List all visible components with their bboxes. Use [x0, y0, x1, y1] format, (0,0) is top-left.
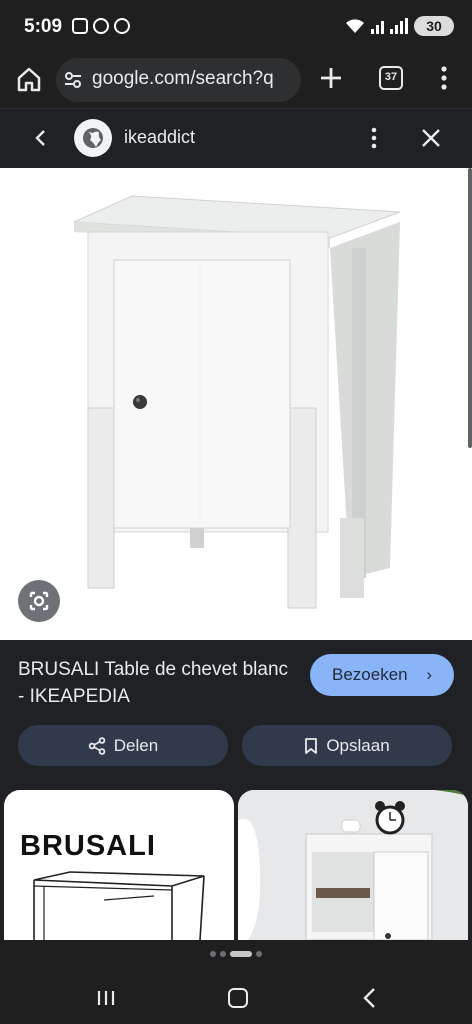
screenshot-notification-icon [72, 18, 88, 34]
status-time: 5:09 [24, 16, 63, 37]
battery-indicator: 30 [414, 16, 454, 36]
plus-icon[interactable] [318, 65, 344, 91]
tab-switcher-icon[interactable]: 37 [379, 66, 403, 90]
system-status-icons: 30 [345, 16, 454, 36]
globe-icon [83, 128, 103, 148]
back-icon[interactable] [362, 987, 378, 1009]
related-image-thumbnail[interactable] [238, 790, 468, 940]
share-label: Delen [113, 735, 159, 755]
carousel-dot [210, 951, 216, 957]
close-icon[interactable] [418, 125, 444, 151]
carousel-indicator [0, 940, 472, 968]
system-navigation-bar [0, 968, 472, 1024]
bookmark-icon [305, 737, 318, 754]
save-label: Opslaan [326, 735, 390, 755]
address-bar[interactable]: google.com/search?q [56, 58, 301, 102]
chevron-left-icon[interactable] [30, 127, 52, 149]
visit-button[interactable]: Bezoeken › [310, 654, 454, 696]
url-text[interactable]: google.com/search?q [92, 68, 274, 90]
carousel-dot-active [230, 951, 252, 957]
messenger-notification-icon [93, 18, 109, 34]
save-button[interactable]: Opslaan [242, 725, 452, 766]
browser-toolbar: google.com/search?q 37 [0, 56, 472, 106]
scrollbar[interactable] [468, 168, 472, 448]
carousel-dot [220, 951, 226, 957]
source-name[interactable]: ikeaddict [124, 127, 195, 148]
more-vert-icon[interactable] [366, 125, 382, 151]
recents-icon[interactable] [96, 990, 116, 1006]
status-bar: 5:09 30 [0, 0, 472, 56]
home-nav-icon[interactable] [228, 988, 248, 1008]
share-button[interactable]: Delen [18, 725, 228, 766]
related-image-thumbnail[interactable]: BRUSALI [4, 790, 234, 940]
share-icon [88, 736, 106, 755]
more-vert-icon[interactable] [436, 65, 452, 91]
google-lens-icon[interactable] [18, 580, 60, 622]
whatsapp-notification-icon [114, 18, 130, 34]
signal-icon-2 [390, 18, 408, 34]
wifi-icon [346, 19, 364, 33]
image-source-bar: ikeaddict [0, 108, 472, 168]
nightstand-image [73, 195, 401, 609]
tune-icon[interactable] [64, 71, 82, 89]
bedroom-photo [238, 790, 468, 940]
source-favicon[interactable] [74, 119, 112, 157]
image-info-panel: BRUSALI Table de chevet blanc - IKEAPEDI… [0, 640, 472, 940]
visit-button-label: Bezoeken [332, 665, 408, 684]
nightstand-drawing [33, 871, 205, 940]
chevron-right-icon: › [426, 665, 432, 684]
carousel-dot [256, 951, 262, 957]
main-product-image[interactable] [0, 168, 472, 640]
signal-icon [371, 18, 384, 34]
lens-glyph [29, 591, 49, 611]
notification-icons [72, 18, 130, 34]
home-icon[interactable] [14, 64, 44, 94]
result-title[interactable]: BRUSALI Table de chevet blanc - IKEAPEDI… [18, 656, 298, 710]
